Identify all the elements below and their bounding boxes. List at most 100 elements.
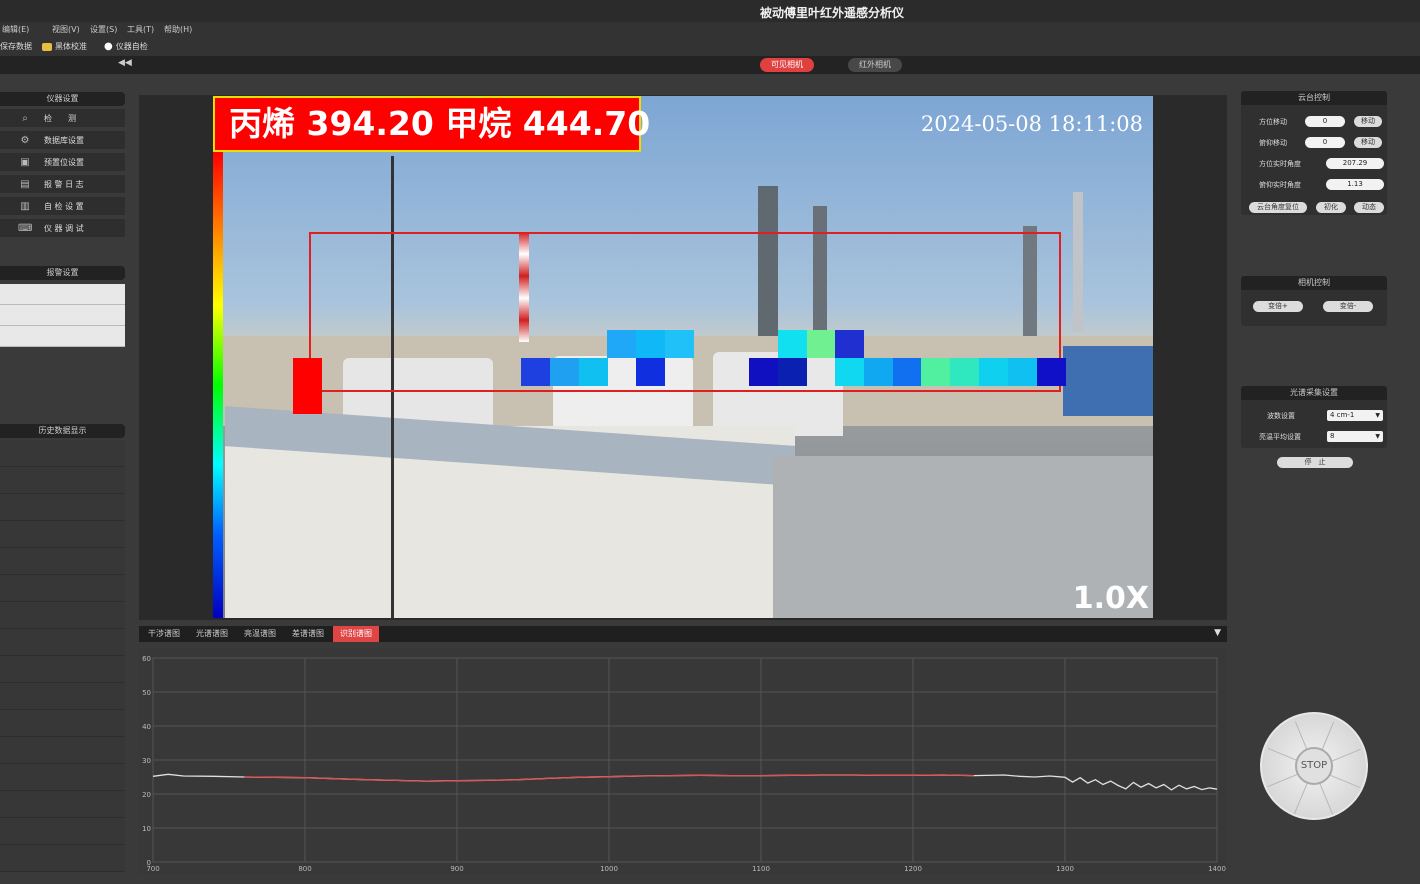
menu-item-view[interactable]: 视图(V): [52, 24, 80, 35]
joystick-stop-button[interactable]: STOP: [1295, 747, 1333, 785]
sidebar-item-label: 数据库设置: [44, 135, 84, 145]
mode-bar: ◀◀ 可见相机 红外相机: [0, 56, 1420, 74]
pitch-move-input[interactable]: 0: [1305, 137, 1345, 148]
sidebar-item-label: 仪 器 调 试: [44, 223, 84, 233]
heatmap-cell: [979, 358, 1008, 386]
average-select[interactable]: 8 ▼: [1327, 431, 1383, 442]
tab-visible-camera[interactable]: 可见相机: [760, 58, 814, 72]
heatmap-cell: [550, 358, 579, 386]
wavenumber-select[interactable]: 4 cm-1 ▼: [1327, 410, 1383, 421]
history-row[interactable]: [0, 548, 125, 575]
history-row[interactable]: [0, 764, 125, 791]
x-tick-label: 1400: [1208, 865, 1226, 873]
sidebar-item[interactable]: ▤ 报 警 日 志: [0, 175, 125, 194]
sidebar-item[interactable]: ▥ 自 检 设 置: [0, 197, 125, 216]
heatmap-cell: [835, 330, 864, 358]
dropdown-arrow-icon: ▼: [1375, 433, 1380, 440]
spectrum-tab[interactable]: 差谱谱图: [285, 626, 331, 642]
heatmap-cell: [835, 358, 864, 386]
history-row[interactable]: [0, 440, 125, 467]
self-check-button[interactable]: ● 仪器自检: [104, 41, 148, 52]
spectrum-tab[interactable]: 光谱谱图: [189, 626, 235, 642]
history-row[interactable]: [0, 737, 125, 764]
title-bar: 被动傅里叶红外遥感分析仪: [0, 0, 1420, 22]
blackbody-calibration-button[interactable]: 黑体校准: [42, 41, 87, 52]
search-doc-icon: ⌕: [22, 112, 28, 124]
blackbody-icon: [42, 42, 52, 51]
x-tick-label: 1300: [1056, 865, 1074, 873]
ptz-reset-button[interactable]: 云台角度复位: [1249, 202, 1307, 213]
zoom-level: 1.0X: [1072, 581, 1149, 616]
azimuth-move-label: 方位移动: [1259, 118, 1287, 126]
bar-chart-icon: ▥: [20, 200, 30, 212]
collapse-left-icon[interactable]: ◀◀: [118, 58, 132, 68]
expand-down-icon[interactable]: ▼: [1214, 628, 1221, 638]
sidebar-item[interactable]: ⌨ 仪 器 调 试: [0, 219, 125, 238]
azimuth-angle-value: 207.29: [1326, 158, 1384, 169]
sidebar-item-label: 检 测: [44, 113, 76, 123]
menu-item-tools[interactable]: 工具(T): [127, 24, 154, 35]
x-tick-label: 1100: [752, 865, 770, 873]
camera-view[interactable]: 丙烯 394.20 甲烷 444.70 2024-05-08 18:11:08 …: [213, 96, 1153, 618]
sidebar-item-label: 预置位设置: [44, 157, 84, 167]
alarm-setting-row[interactable]: [0, 305, 125, 326]
history-row[interactable]: [0, 845, 125, 872]
history-data-header: 历史数据显示: [0, 424, 125, 438]
heatmap-cell: [665, 330, 694, 358]
history-row[interactable]: [0, 683, 125, 710]
history-row[interactable]: [0, 494, 125, 521]
y-tick-label: 40: [142, 723, 151, 731]
history-row[interactable]: [0, 467, 125, 494]
save-data-button[interactable]: 保存数据: [0, 41, 32, 52]
save-label: 保存数据: [0, 42, 32, 51]
monitor-icon: ▣: [20, 156, 30, 168]
magnifier-icon: ●: [104, 41, 113, 52]
pitch-move-label: 俯仰移动: [1259, 139, 1287, 147]
average-value: 8: [1330, 432, 1335, 440]
average-label: 亮温平均设置: [1259, 433, 1301, 441]
app-title: 被动傅里叶红外遥感分析仪: [759, 6, 904, 20]
toolbar: 保存数据 黑体校准 ● 仪器自检: [0, 36, 1420, 56]
spectrum-tab[interactable]: 干涉谱图: [141, 626, 187, 642]
zoom-out-button[interactable]: 变倍-: [1323, 301, 1373, 312]
ptz-dynamic-button[interactable]: 动态: [1354, 202, 1384, 213]
blackbody-label: 黑体校准: [55, 42, 87, 51]
spectrum-tab-bar: 干涉谱图 光谱谱图 亮温谱图 差谱谱图 识别谱图 ▼: [139, 626, 1227, 642]
pitch-angle-value: 1.13: [1326, 179, 1384, 190]
sidebar-item[interactable]: ⌕ 检 测: [0, 109, 125, 128]
zoom-in-button[interactable]: 变倍+: [1253, 301, 1303, 312]
sidebar-item[interactable]: ⚙ 数据库设置: [0, 131, 125, 150]
history-row[interactable]: [0, 710, 125, 737]
ptz-control-panel: 云台控制 方位移动 0 移动 俯仰移动 0 移动 方位实时角度 207.29 俯…: [1241, 91, 1387, 215]
x-tick-label: 800: [298, 865, 311, 873]
spectrum-tab[interactable]: 亮温谱图: [237, 626, 283, 642]
tab-ir-camera[interactable]: 红外相机: [848, 58, 902, 72]
azimuth-move-input[interactable]: 0: [1305, 116, 1345, 127]
azimuth-move-button[interactable]: 移动: [1354, 116, 1382, 127]
menu-item-help[interactable]: 帮助(H): [164, 24, 192, 35]
azimuth-angle-label: 方位实时角度: [1259, 160, 1301, 168]
history-row[interactable]: [0, 818, 125, 845]
history-row[interactable]: [0, 575, 125, 602]
menu-item-edit[interactable]: 编辑(E): [2, 24, 29, 35]
alarm-setting-row[interactable]: [0, 284, 125, 305]
pitch-move-button[interactable]: 移动: [1354, 137, 1382, 148]
menu-item-settings[interactable]: 设置(S): [90, 24, 117, 35]
heatmap-cell: [778, 358, 807, 386]
history-row[interactable]: [0, 521, 125, 548]
heatmap-cell: [521, 358, 550, 386]
stop-acquisition-button[interactable]: 停 止: [1277, 457, 1353, 468]
history-row[interactable]: [0, 656, 125, 683]
concentration-colorbar: [213, 152, 223, 618]
history-row[interactable]: [0, 602, 125, 629]
wavenumber-value: 4 cm-1: [1330, 411, 1355, 419]
history-row[interactable]: [0, 629, 125, 656]
sidebar-item[interactable]: ▣ 预置位设置: [0, 153, 125, 172]
heatmap-cell: [1008, 358, 1037, 386]
alarm-setting-row[interactable]: [0, 326, 125, 347]
spectrum-settings-header: 光谱采集设置: [1241, 386, 1387, 400]
spectrum-tab[interactable]: 识别谱图: [333, 626, 379, 642]
heatmap-cell: [293, 358, 322, 386]
ptz-init-button[interactable]: 初化: [1316, 202, 1346, 213]
history-row[interactable]: [0, 791, 125, 818]
